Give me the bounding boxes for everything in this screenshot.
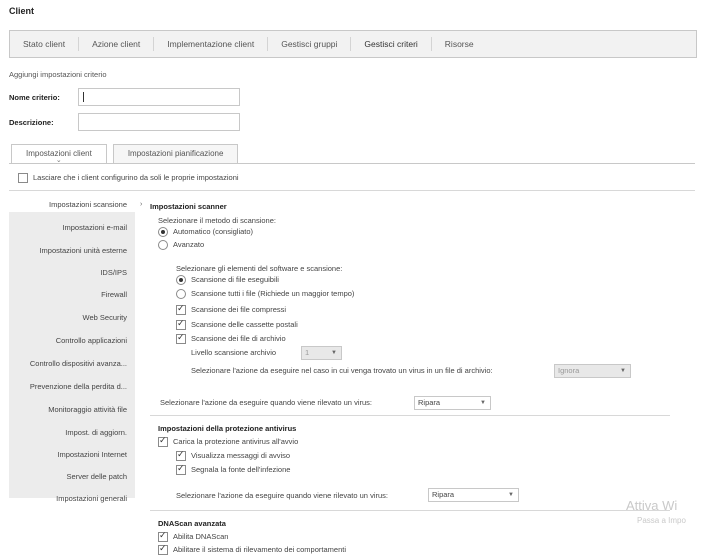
description-label: Descrizione: <box>9 118 54 127</box>
scanner-virus-action-value: Ripara <box>418 398 441 407</box>
sidebar-item-unita-esterne[interactable]: Impostazioni unità esterne <box>39 246 127 255</box>
advanced-option[interactable]: Avanzato <box>158 240 205 251</box>
allow-clients-label: Lasciare che i client configurino da sol… <box>33 173 239 182</box>
protection-virus-action-value: Ripara <box>432 490 455 499</box>
tab-gestisci-criteri[interactable]: Gestisci criteri <box>351 37 432 51</box>
protection-heading: Impostazioni della protezione antivirus <box>158 424 297 433</box>
settings-sidebar: Impostazioni scansione Impostazioni e-ma… <box>9 198 135 503</box>
archive-option[interactable]: Scansione dei file di archivio <box>176 332 286 345</box>
top-navigation: Stato client Azione client Implementazio… <box>9 30 697 58</box>
subtab-schedule-settings[interactable]: Impostazioni pianificazione <box>112 144 239 163</box>
sidebar-item-prevenzione-perdita[interactable]: Prevenzione della perdita d... <box>30 382 127 391</box>
enable-dnascan-checkbox[interactable] <box>158 530 168 543</box>
auto-option[interactable]: Automatico (consigliato) <box>158 227 254 238</box>
scan-all-label: Scansione tutti i file (Richiede un magg… <box>191 289 355 298</box>
scanner-heading: Impostazioni scanner <box>150 202 227 211</box>
tab-stato-client[interactable]: Stato client <box>10 37 80 51</box>
mailbox-checkbox[interactable] <box>176 318 186 331</box>
auto-radio[interactable] <box>158 227 168 238</box>
dnascan-heading: DNAScan avanzata <box>158 519 226 528</box>
tab-implementazione-client[interactable]: Implementazione client <box>154 37 269 51</box>
show-warnings-label: Visualizza messaggi di avviso <box>191 451 291 460</box>
sidebar-item-ids-ips[interactable]: IDS/IPS <box>100 268 127 277</box>
sidebar-item-controllo-applicazioni[interactable]: Controllo applicazioni <box>56 336 127 345</box>
sidebar-item-web-security[interactable]: Web Security <box>83 313 127 322</box>
tab-gestisci-gruppi[interactable]: Gestisci gruppi <box>268 37 352 51</box>
report-source-label: Segnala la fonte dell'infezione <box>191 465 291 474</box>
form-heading: Aggiungi impostazioni criterio <box>9 70 107 79</box>
behavior-detection-checkbox[interactable] <box>158 543 168 556</box>
compressed-option[interactable]: Scansione dei file compressi <box>176 303 287 316</box>
sidebar-item-email[interactable]: Impostazioni e-mail <box>62 223 127 232</box>
subtab-client-settings[interactable]: Impostazioni client ⌄ <box>11 144 107 164</box>
description-input[interactable] <box>78 113 240 131</box>
chevron-down-icon: ▼ <box>508 492 514 498</box>
page-title: Client <box>9 6 35 16</box>
chevron-down-icon: ▼ <box>480 400 486 406</box>
archive-checkbox[interactable] <box>176 332 186 345</box>
sidebar-item-monitoraggio-file[interactable]: Monitoraggio attività file <box>48 405 127 414</box>
allow-clients-checkbox[interactable] <box>18 173 28 184</box>
show-warnings-checkbox[interactable] <box>176 449 186 462</box>
auto-label: Automatico (consigliato) <box>173 227 254 236</box>
sidebar-item-aggiornamento[interactable]: Impost. di aggiorn. <box>65 428 127 437</box>
settings-subtabs: Impostazioni client ⌄ Impostazioni piani… <box>11 144 244 164</box>
show-warnings-option[interactable]: Visualizza messaggi di avviso <box>176 449 291 462</box>
archive-level-value: 1 <box>305 348 310 357</box>
archive-level-select[interactable]: 1 ▼ <box>301 346 342 360</box>
advanced-radio[interactable] <box>158 240 168 251</box>
archive-label: Scansione dei file di archivio <box>191 334 286 343</box>
enable-dnascan-label: Abilita DNAScan <box>173 532 229 541</box>
tab-azione-client[interactable]: Azione client <box>79 37 155 51</box>
sidebar-item-server-patch[interactable]: Server delle patch <box>67 472 127 481</box>
compressed-checkbox[interactable] <box>176 303 186 316</box>
divider <box>150 415 670 416</box>
behavior-detection-option[interactable]: Abilitare il sistema di rilevamento dei … <box>158 543 346 556</box>
archive-action-value: Ignora <box>558 366 580 375</box>
chevron-down-icon: ▼ <box>620 368 626 374</box>
report-source-checkbox[interactable] <box>176 463 186 476</box>
protection-virus-action-select[interactable]: Ripara ▼ <box>428 488 519 502</box>
chevron-down-icon: ▼ <box>331 350 337 356</box>
load-protection-option[interactable]: Carica la protezione antivirus all'avvio <box>158 435 299 448</box>
subtab-schedule-label: Impostazioni pianificazione <box>127 149 224 158</box>
scan-method-label: Selezionare il metodo di scansione: <box>158 216 276 225</box>
sidebar-item-firewall[interactable]: Firewall <box>101 290 127 299</box>
archive-level-label: Livello scansione archivio <box>191 348 277 357</box>
mailbox-option[interactable]: Scansione delle cassette postali <box>176 318 298 331</box>
scanner-virus-action-label: Selezionare l'azione da eseguire quando … <box>160 398 372 407</box>
sidebar-item-scansione[interactable]: Impostazioni scansione <box>9 198 135 212</box>
protection-virus-action-label: Selezionare l'azione da eseguire quando … <box>176 491 388 500</box>
select-items-label: Selezionare gli elementi del software e … <box>176 264 343 273</box>
enable-dnascan-option[interactable]: Abilita DNAScan <box>158 530 229 543</box>
divider <box>150 510 670 511</box>
archive-action-select[interactable]: Ignora ▼ <box>554 364 631 378</box>
scan-exec-option[interactable]: Scansione di file eseguibili <box>176 275 279 286</box>
name-label: Nome criterio: <box>9 93 60 102</box>
mailbox-label: Scansione delle cassette postali <box>191 320 298 329</box>
archive-action-label: Selezionare l'azione da eseguire nel cas… <box>191 366 493 375</box>
divider <box>9 190 695 191</box>
scan-exec-label: Scansione di file eseguibili <box>191 275 279 284</box>
chevron-right-icon: › <box>140 201 143 208</box>
load-protection-checkbox[interactable] <box>158 435 168 448</box>
sidebar-item-internet[interactable]: Impostazioni Internet <box>57 450 127 459</box>
scan-all-radio[interactable] <box>176 289 186 300</box>
scan-exec-radio[interactable] <box>176 275 186 286</box>
name-input[interactable] <box>78 88 240 106</box>
scan-all-option[interactable]: Scansione tutti i file (Richiede un magg… <box>176 289 355 300</box>
advanced-label: Avanzato <box>173 240 205 249</box>
behavior-detection-label: Abilitare il sistema di rilevamento dei … <box>173 545 346 554</box>
activation-watermark: Attiva Wi <box>626 498 678 513</box>
allow-clients-option[interactable]: Lasciare che i client configurino da sol… <box>18 173 239 184</box>
scanner-virus-action-select[interactable]: Ripara ▼ <box>414 396 491 410</box>
sidebar-item-controllo-dispositivi[interactable]: Controllo dispositivi avanza... <box>30 359 127 368</box>
report-source-option[interactable]: Segnala la fonte dell'infezione <box>176 463 291 476</box>
sidebar-item-generali[interactable]: Impostazioni generali <box>56 494 127 503</box>
compressed-label: Scansione dei file compressi <box>191 305 287 314</box>
load-protection-label: Carica la protezione antivirus all'avvio <box>173 437 299 446</box>
tab-risorse[interactable]: Risorse <box>432 37 487 51</box>
text-cursor <box>83 92 84 102</box>
activation-watermark-subtext: Passa a Impo <box>637 516 686 525</box>
